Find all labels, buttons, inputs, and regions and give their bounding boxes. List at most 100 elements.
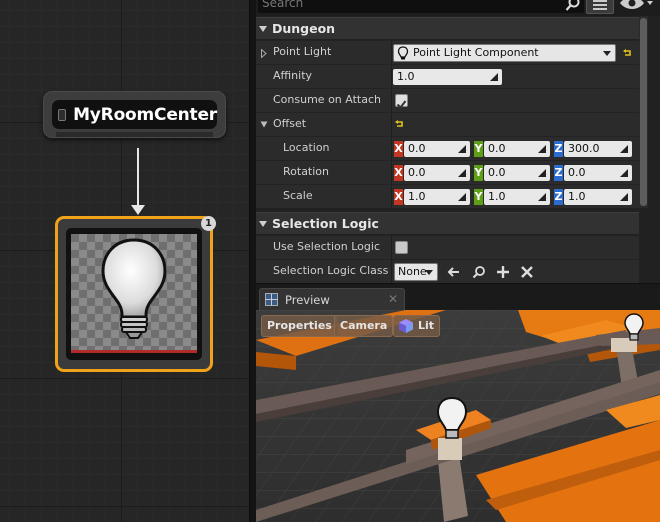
- drag-handle-icon: [538, 193, 546, 201]
- row-consume-on-attach: Consume on Attach: [256, 88, 639, 113]
- collapse-arrow-icon: [259, 25, 267, 32]
- consume-on-attach-checkbox[interactable]: [395, 94, 408, 110]
- point-light-combo[interactable]: Point Light Component: [393, 44, 616, 62]
- reset-to-default-icon[interactable]: [622, 48, 632, 58]
- clear-icon[interactable]: [520, 265, 534, 279]
- light-bulb-icon: [101, 238, 167, 339]
- row-scale: Scale X 1.0 Y 1.0 Z 1.0: [256, 184, 639, 209]
- rotation-x-value: 0.0: [408, 166, 426, 179]
- scale-z-input[interactable]: 1.0: [564, 189, 632, 205]
- drag-handle-icon: [620, 169, 628, 177]
- drag-handle-icon: [538, 145, 546, 153]
- browse-search-icon[interactable]: [472, 265, 486, 279]
- use-selected-asset-icon[interactable]: [447, 265, 461, 279]
- axis-z-label: Z: [554, 165, 563, 181]
- marker-node[interactable]: MyRoomCenter: [43, 91, 226, 138]
- scale-y-input[interactable]: 1.0: [484, 189, 550, 205]
- axis-x-label: X: [394, 189, 403, 205]
- drag-handle-icon: [458, 193, 466, 201]
- axis-y-label: Y: [474, 165, 483, 181]
- location-y-input[interactable]: 0.0: [484, 141, 550, 157]
- reset-to-default-icon[interactable]: [394, 119, 404, 129]
- rotation-x-input[interactable]: 0.0: [404, 165, 470, 181]
- row-divider[interactable]: [391, 137, 392, 161]
- drag-handle-icon: [458, 169, 466, 177]
- category-dungeon[interactable]: Dungeon: [256, 17, 639, 39]
- viewport-camera-button[interactable]: Camera: [334, 315, 394, 337]
- details-search-bar: Search: [256, 0, 660, 16]
- axis-z-label: Z: [554, 189, 563, 205]
- rotation-z-input[interactable]: 0.0: [564, 165, 632, 181]
- node-pin-icon[interactable]: [58, 108, 67, 121]
- expand-arrow-icon[interactable]: [261, 49, 267, 58]
- collapse-arrow-icon: [259, 220, 267, 227]
- row-offset: Offset: [256, 112, 639, 137]
- details-scrollbar-thumb[interactable]: [640, 18, 647, 206]
- location-z-input[interactable]: 300.0: [564, 141, 632, 157]
- row-divider[interactable]: [391, 236, 392, 260]
- location-x-input[interactable]: 0.0: [404, 141, 470, 157]
- row-divider[interactable]: [391, 185, 392, 209]
- affinity-input[interactable]: 1.0: [393, 69, 502, 85]
- use-selection-logic-checkbox[interactable]: [395, 241, 408, 254]
- row-affinity-label: Affinity: [273, 69, 313, 82]
- details-panel: Search Dungeon Point Light Point Light C…: [256, 0, 660, 284]
- row-location-label: Location: [283, 141, 330, 154]
- rotation-z-value: 0.0: [568, 166, 586, 179]
- row-selection-logic-class-label: Selection Logic Class: [273, 264, 389, 277]
- visual-node-status-bar: [71, 350, 197, 353]
- search-icon[interactable]: [564, 0, 582, 12]
- scale-x-input[interactable]: 1.0: [404, 189, 470, 205]
- visual-node-point-light[interactable]: 1: [55, 216, 216, 372]
- rotation-y-value: 0.0: [488, 166, 506, 179]
- graph-editor[interactable]: MyRoomCenter 1: [0, 0, 249, 522]
- panel-splitter[interactable]: [249, 0, 256, 522]
- close-icon[interactable]: ✕: [388, 292, 398, 306]
- row-use-selection-logic: Use Selection Logic: [256, 235, 639, 260]
- visibility-eye-icon[interactable]: [618, 0, 654, 12]
- row-divider[interactable]: [391, 65, 392, 89]
- add-icon[interactable]: [496, 265, 510, 279]
- view-options-button[interactable]: [586, 0, 614, 14]
- viewport-lit-button[interactable]: Lit: [393, 315, 441, 337]
- selection-logic-class-combo[interactable]: None: [394, 263, 438, 281]
- category-selection-logic[interactable]: Selection Logic: [256, 212, 639, 234]
- viewport-lit-label: Lit: [418, 319, 435, 332]
- row-divider[interactable]: [391, 260, 392, 284]
- details-scrollbar[interactable]: [639, 16, 648, 208]
- axis-x-label: X: [394, 141, 403, 157]
- scale-z-value: 1.0: [568, 190, 586, 203]
- chevron-down-icon: [425, 270, 433, 275]
- checkmark-icon: [396, 100, 407, 110]
- rotation-y-input[interactable]: 0.0: [484, 165, 550, 181]
- preview-viewport[interactable]: Properties Camera Lit: [256, 310, 660, 522]
- tab-preview-label: Preview: [285, 293, 330, 307]
- row-scale-label: Scale: [283, 189, 313, 202]
- selection-logic-class-value: None: [398, 265, 427, 278]
- axis-y-label: Y: [474, 141, 483, 157]
- marker-node-header: MyRoomCenter: [52, 100, 217, 129]
- axis-x-label: X: [394, 165, 403, 181]
- scale-x-value: 1.0: [408, 190, 426, 203]
- chevron-down-icon: [603, 51, 611, 56]
- details-search-input[interactable]: Search: [258, 0, 584, 13]
- row-divider[interactable]: [391, 113, 392, 137]
- row-divider[interactable]: [391, 41, 392, 65]
- preview-tab-bar: Preview ✕: [256, 283, 660, 311]
- tab-preview[interactable]: Preview ✕: [259, 288, 405, 311]
- drag-handle-icon: [620, 193, 628, 201]
- expanded-arrow-icon[interactable]: [260, 121, 268, 128]
- affinity-value: 1.0: [397, 70, 415, 83]
- node-connection-wire: [137, 148, 139, 206]
- viewport-properties-button[interactable]: Properties: [261, 315, 338, 337]
- row-divider[interactable]: [391, 89, 392, 113]
- row-point-light: Point Light Point Light Component: [256, 40, 639, 65]
- location-y-value: 0.0: [488, 142, 506, 155]
- marker-node-output-pin[interactable]: [56, 132, 213, 137]
- row-divider[interactable]: [391, 161, 392, 185]
- row-rotation: Rotation X 0.0 Y 0.0 Z 0.0: [256, 160, 639, 185]
- drag-handle-icon: [620, 145, 628, 153]
- row-use-selection-logic-label: Use Selection Logic: [273, 240, 380, 253]
- row-consume-on-attach-label: Consume on Attach: [273, 93, 381, 106]
- marker-node-title: MyRoomCenter: [73, 104, 217, 125]
